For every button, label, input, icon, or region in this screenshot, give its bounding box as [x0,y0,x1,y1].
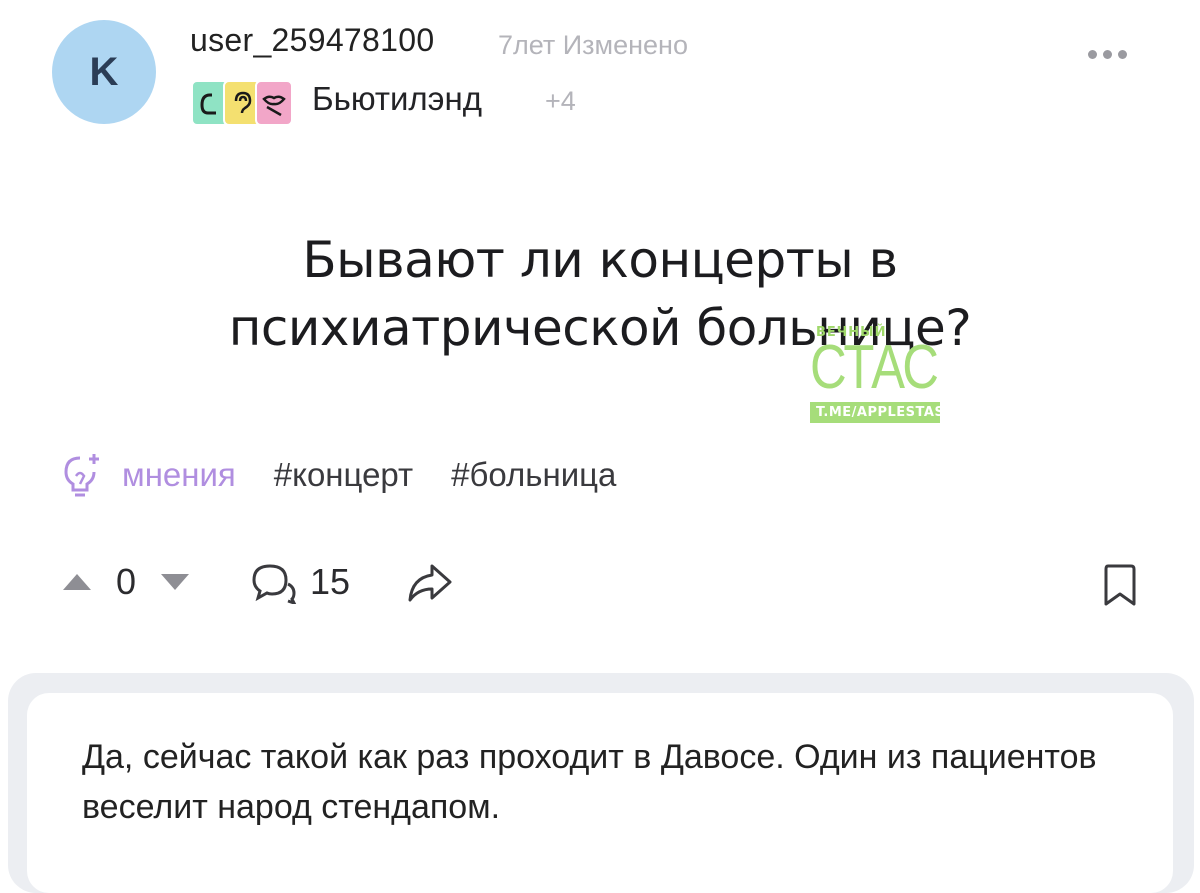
watermark-main: СТАС [810,333,939,402]
tags-row: мнения #концерт #больница [60,450,654,500]
community-name[interactable]: Бьютилэнд [312,80,482,118]
watermark-sub: T.ME/APPLESTAS [810,402,944,423]
author-username[interactable]: user_259478100 [190,22,434,59]
avatar[interactable]: K [52,20,156,124]
post-title-line-2: психиатрической больнице? [228,299,972,357]
tag-concert[interactable]: #концерт [274,456,413,494]
more-dots-icon[interactable] [1088,50,1127,59]
lips-icon [255,80,293,126]
comments-count: 15 [310,561,351,602]
share-icon [408,564,452,602]
comments-button[interactable]: 15 [248,560,350,604]
watermark: ВЕЧНЫЙ СТАС T.ME/APPLESTAS [810,325,944,423]
comment-text: Да, сейчас такой как раз проходит в Даво… [82,738,1097,826]
post-actions: 0 15 [60,560,454,604]
comments-icon [252,564,297,604]
tag-primary[interactable]: мнения [122,456,236,494]
post-age-label: 7лет Изменено [498,30,688,60]
community-icons[interactable] [191,80,293,126]
bookmark-button[interactable] [1100,560,1140,614]
post-title[interactable]: Бывают ли концерты в психиатрической бол… [100,226,1100,362]
downvote-icon [161,574,190,590]
downvote-button[interactable] [158,570,192,594]
upvote-button[interactable] [60,570,94,594]
post-title-line-1: Бывают ли концерты в [302,231,898,289]
community-more-count[interactable]: +4 [545,86,576,117]
share-button[interactable] [406,560,454,604]
lightbulb-icon [64,454,99,497]
tag-hospital[interactable]: #больница [451,456,616,494]
bookmark-icon [1104,564,1136,606]
upvote-icon [63,574,91,590]
avatar-letter: K [89,49,119,94]
post-score: 0 [116,561,137,602]
